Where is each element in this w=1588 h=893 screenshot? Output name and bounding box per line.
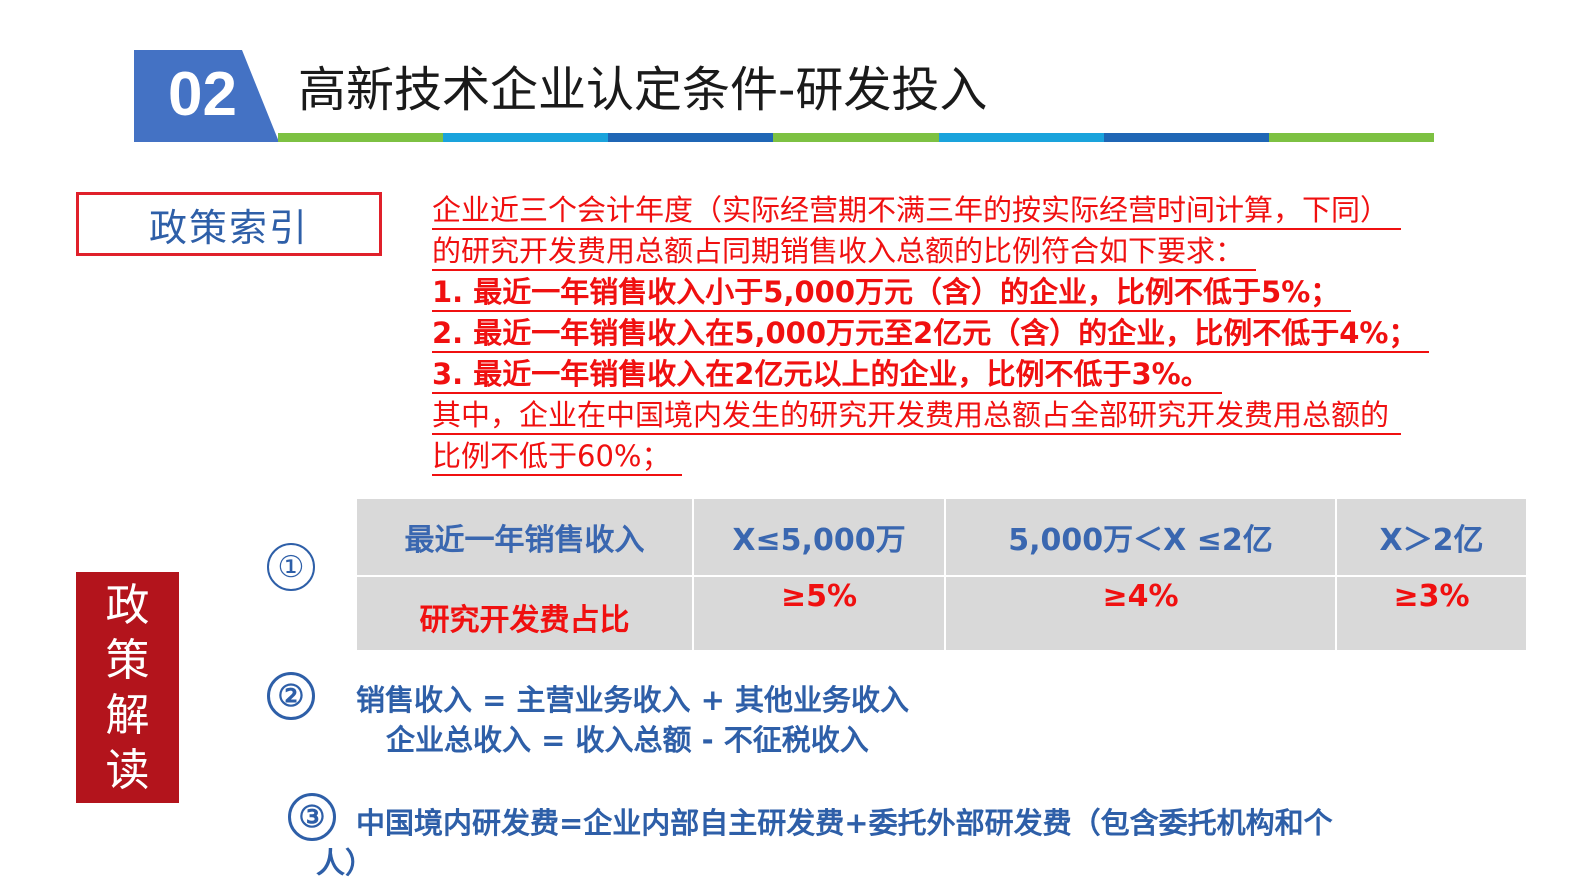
badge-char: 政 xyxy=(105,579,150,631)
table-header-cell: 最近一年销售收入 xyxy=(356,498,693,576)
page-title: 高新技术企业认定条件-研发投入 xyxy=(298,62,988,118)
table-cell: ≥4% xyxy=(945,576,1336,651)
table-cell: ≥3% xyxy=(1336,576,1527,651)
policy-interpretation-badge: 政 策 解 读 xyxy=(76,572,179,803)
section-number-tab: 02 xyxy=(134,50,279,142)
policy-index-label: 政策索引 xyxy=(148,205,309,250)
item-marker-3: ③ xyxy=(288,793,336,841)
bar-segment xyxy=(278,133,444,142)
item-marker-1: ① xyxy=(267,543,315,591)
bar-segment xyxy=(608,133,774,142)
badge-char: 策 xyxy=(105,634,150,686)
item-marker-2: ② xyxy=(267,672,315,720)
policy-line: 2. 最近一年销售收入在5,000万元至2亿元（含）的企业，比例不低于4%； xyxy=(432,315,1430,353)
formula-sales-revenue: 销售收入 = 主营业务收入 + 其他业务收入 xyxy=(356,683,909,717)
table-cell: ≥5% xyxy=(693,576,945,651)
title-underline-bar xyxy=(278,133,1434,142)
bar-segment xyxy=(443,133,609,142)
table-header-cell: X＞2亿 xyxy=(1336,498,1527,576)
bar-segment xyxy=(1268,133,1434,142)
table-header-cell: 5,000万＜X ≤2亿 xyxy=(945,498,1336,576)
formula-total-revenue: 企业总收入 = 收入总额 - 不征税收入 xyxy=(386,723,869,757)
table-row: 研究开发费占比 ≥5% ≥4% ≥3% xyxy=(356,576,1527,651)
table-cell-label: 研究开发费占比 xyxy=(356,576,693,651)
formula-domestic-rd-line2: 人） xyxy=(316,846,375,880)
policy-text: 企业近三个会计年度（实际经营期不满三年的按实际经营时间计算，下同） 的研究开发费… xyxy=(432,191,1542,478)
policy-line: 的研究开发费用总额占同期销售收入总额的比例符合如下要求： xyxy=(432,233,1257,271)
policy-index-label-box: 政策索引 xyxy=(76,192,382,256)
bar-segment xyxy=(773,133,939,142)
section-number: 02 xyxy=(168,60,237,129)
policy-line: 其中，企业在中国境内发生的研究开发费用总额占全部研究开发费用总额的 xyxy=(432,397,1402,435)
policy-line: 比例不低于60%； xyxy=(432,438,683,476)
policy-line: 企业近三个会计年度（实际经营期不满三年的按实际经营时间计算，下同） xyxy=(432,192,1402,230)
bar-segment xyxy=(1103,133,1269,142)
policy-line: 1. 最近一年销售收入小于5,000万元（含）的企业，比例不低于5%； xyxy=(432,274,1352,312)
table-header-cell: X≤5,000万 xyxy=(693,498,945,576)
formula-domestic-rd-line1: 中国境内研发费=企业内部自主研发费+委托外部研发费（包含委托机构和个 xyxy=(356,806,1333,840)
badge-char: 读 xyxy=(105,744,150,796)
bar-segment xyxy=(938,133,1104,142)
table-header-row: 最近一年销售收入 X≤5,000万 5,000万＜X ≤2亿 X＞2亿 xyxy=(356,498,1527,576)
policy-line: 3. 最近一年销售收入在2亿元以上的企业，比例不低于3%。 xyxy=(432,356,1222,394)
rd-ratio-table: 最近一年销售收入 X≤5,000万 5,000万＜X ≤2亿 X＞2亿 研究开发… xyxy=(356,498,1527,651)
badge-char: 解 xyxy=(105,689,150,741)
